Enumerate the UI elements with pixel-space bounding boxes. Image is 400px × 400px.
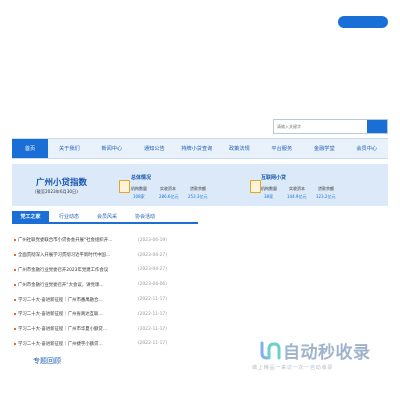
news-list: 广州社联党委联合市小贷协会开展“社会组织开… (2023-06-19) 全面贯彻…: [12, 233, 198, 351]
bullet-icon: [14, 342, 16, 345]
document-icon: [250, 180, 261, 193]
internet-label-count: 机构数量: [261, 186, 277, 191]
internet-value-count: 38家: [264, 194, 274, 199]
tab-industry-news[interactable]: 行业动态: [51, 211, 87, 222]
search-button[interactable]: [367, 120, 387, 133]
news-title[interactable]: 广州市金融行业党委召开“大会议，讲党课…: [18, 282, 142, 288]
watermark-title: 自动秒收录: [283, 343, 371, 363]
special-topic-heading[interactable]: 专题回顾: [33, 356, 61, 366]
internet-label-capital: 实收资本: [289, 186, 305, 191]
overall-value-capital: 286.6亿元: [159, 194, 179, 199]
news-title[interactable]: 学习二十大·奋进新征程｜广州捷宇小额贷…: [18, 341, 142, 347]
news-date: (2023-04-06): [138, 282, 167, 288]
list-item[interactable]: 学习二十大·奋进新征程｜广州市番禺融合… (2022-11-17): [12, 292, 198, 307]
news-title[interactable]: 广州社联党委联合市小贷协会开展“社会组织开…: [18, 237, 142, 243]
news-title[interactable]: 学习二十大·奋进新征程｜广州市华夏小额贷…: [18, 326, 142, 332]
list-item[interactable]: 学习二十大·奋进新征程｜广州市华夏小额贷… (2022-11-17): [12, 322, 198, 337]
news-date: (2022-11-17): [138, 297, 167, 303]
nav-item-notices[interactable]: 通知公告: [133, 139, 175, 158]
overall-title: 总体情况: [131, 175, 152, 181]
news-date: (2022-11-17): [138, 341, 167, 347]
bullet-icon: [14, 283, 16, 286]
banner-title: 广州小贷指数: [36, 178, 88, 188]
main-nav: 首页 关于我们 新闻中心 通知公告 持牌小贷查询 政策法规 平台服务 金融学堂 …: [12, 138, 388, 159]
internet-value-capital: 144.9亿元: [287, 194, 307, 199]
nav-item-finance-school[interactable]: 金融学堂: [303, 139, 345, 158]
tab-association-events[interactable]: 协会活动: [127, 211, 163, 222]
list-item[interactable]: 广州市金融行业党委召开2023年党建工作会议 (2023-04-27): [12, 263, 198, 278]
document-icon: [119, 180, 130, 193]
news-title[interactable]: 学习二十大·奋进新征程｜广州省真达互联…: [18, 311, 142, 317]
list-item[interactable]: 全面贯彻深入开展学习贯彻习近平新时代中国… (2023-04-27): [12, 248, 198, 263]
page: 首页 关于我们 新闻中心 通知公告 持牌小贷查询 政策法规 平台服务 金融学堂 …: [0, 0, 400, 400]
bullet-icon: [14, 239, 16, 242]
bullet-icon: [14, 268, 16, 271]
banner-subtitle: (截至2023年6月30日): [35, 189, 78, 194]
bullet-icon: [14, 328, 16, 331]
news-title[interactable]: 全面贯彻深入开展学习贯彻习近平新时代中国…: [18, 252, 142, 258]
index-banner: 广州小贷指数 (截至2023年6月30日) 总体情况 机构数量 实收资本 贷款余…: [12, 164, 388, 206]
list-item[interactable]: 学习二十大·奋进新征程｜广州省真达互联… (2022-11-17): [12, 307, 198, 322]
overall-value-count: 108家: [133, 194, 145, 199]
nav-item-platform-services[interactable]: 平台服务: [261, 139, 303, 158]
nav-item-news[interactable]: 新闻中心: [91, 139, 133, 158]
search-input[interactable]: [274, 120, 367, 133]
watermark-logo-icon: [260, 341, 281, 360]
tab-member-showcase[interactable]: 会员风采: [89, 211, 125, 222]
news-tabs: 党工之家 行业动态 会员风采 协会活动: [12, 211, 198, 224]
news-date: (2022-11-17): [138, 311, 167, 317]
news-date: (2023-04-27): [138, 252, 167, 258]
overall-label-count: 机构数量: [131, 186, 147, 191]
bullet-icon: [14, 313, 16, 316]
news-date: (2022-11-17): [138, 326, 167, 332]
overall-label-capital: 实收资本: [160, 186, 176, 191]
news-title[interactable]: 广州市金融行业党委召开2023年党建工作会议: [18, 267, 142, 273]
search-bar: [273, 119, 388, 134]
nav-item-home[interactable]: 首页: [12, 139, 49, 158]
tab-party-home[interactable]: 党工之家: [12, 211, 49, 222]
overall-label-balance: 贷款余额: [190, 186, 206, 191]
nav-item-about[interactable]: 关于我们: [48, 139, 90, 158]
list-item[interactable]: 学习二十大·奋进新征程｜广州捷宇小额贷… (2022-11-17): [12, 337, 198, 352]
watermark-subtitle: 做上精品一来访一次一自动收录: [252, 365, 334, 371]
news-date: (2023-04-27): [138, 267, 167, 273]
internet-value-balance: 123.2亿元: [316, 194, 336, 199]
nav-item-licensed-lookup[interactable]: 持牌小贷查询: [176, 139, 218, 158]
list-item[interactable]: 广州市金融行业党委召开“大会议，讲党课… (2023-04-06): [12, 277, 198, 292]
overall-value-balance: 253.3亿元: [188, 194, 208, 199]
top-pill-button[interactable]: [338, 16, 388, 28]
bullet-icon: [14, 254, 16, 257]
internet-title: 互联网小贷: [261, 175, 287, 181]
news-title[interactable]: 学习二十大·奋进新征程｜广州市番禺融合…: [18, 297, 142, 303]
nav-item-policies[interactable]: 政策法规: [218, 139, 260, 158]
list-item[interactable]: 广州社联党委联合市小贷协会开展“社会组织开… (2023-06-19): [12, 233, 198, 248]
internet-label-balance: 贷款余额: [318, 186, 334, 191]
nav-item-members[interactable]: 会员中心: [346, 139, 388, 158]
bullet-icon: [14, 298, 16, 301]
news-date: (2023-06-19): [138, 237, 167, 243]
